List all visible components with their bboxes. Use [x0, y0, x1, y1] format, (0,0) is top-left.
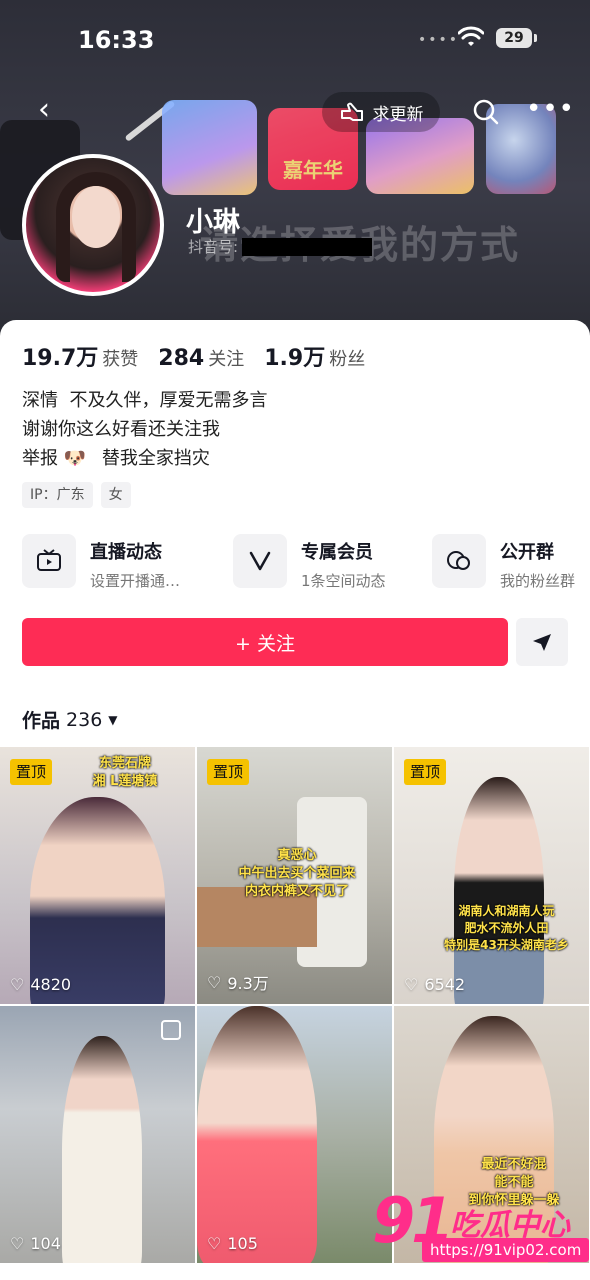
video-4-person	[62, 1036, 142, 1263]
watermark-logo: 91 吃瓜中心 https://91vip02.com	[372, 1184, 590, 1266]
stat-likes-label: 获赞	[102, 349, 139, 370]
feature-live[interactable]: 直播动态 设置开播通…	[22, 534, 180, 594]
video-3-likes: ♡ 6542	[404, 975, 465, 994]
pinned-badge: 置顶	[10, 759, 53, 785]
heart-icon: ♡	[10, 1234, 25, 1253]
douyin-id: 抖音号:	[188, 236, 373, 257]
video-4-likes-count: 104	[30, 1234, 61, 1253]
wifi-icon	[458, 26, 484, 46]
ip-tag: IP：广东	[22, 482, 93, 508]
feature-group-title: 公开群	[500, 542, 554, 563]
profile-page: 嘉年华 请选择爱我的方式 16:33 •••• 29 ‹ 求更新 ••• 小琳 …	[0, 0, 590, 1280]
bio-line-3-b: 替我全家挡灾	[101, 448, 210, 469]
caret-down-icon: ▼	[108, 712, 118, 727]
avatar[interactable]	[22, 154, 164, 296]
stats-row: 19.7万 获赞 284 关注 1.9万 粉丝	[22, 340, 365, 372]
stat-following[interactable]: 284 关注	[158, 345, 244, 371]
pinned-badge: 置顶	[207, 759, 250, 785]
stat-followers-label: 粉丝	[329, 349, 366, 370]
feature-member-title: 专属会员	[301, 542, 373, 563]
follow-button[interactable]: + 关注	[22, 618, 508, 666]
watermark-url: https://91vip02.com	[422, 1238, 590, 1262]
video-2-likes-count: 9.3万	[227, 974, 269, 993]
feature-group[interactable]: 公开群 我的粉丝群	[432, 534, 575, 594]
heart-icon: ♡	[207, 1234, 222, 1253]
search-icon[interactable]	[466, 92, 506, 132]
bio-line-3-a: 举报	[22, 448, 58, 469]
more-icon[interactable]: •••	[526, 92, 574, 132]
status-bar: 16:33 •••• 29	[0, 0, 590, 80]
share-button[interactable]	[516, 618, 568, 666]
stat-likes: 19.7万 获赞	[22, 340, 138, 372]
stat-likes-value: 19.7万	[22, 346, 99, 371]
stat-followers-value: 1.9万	[264, 346, 326, 371]
stat-following-value: 284	[158, 346, 205, 371]
douyin-id-redacted	[242, 237, 373, 256]
profile-card: 19.7万 获赞 284 关注 1.9万 粉丝 深情 不及久伴，厚爱无需多言 谢…	[0, 320, 590, 750]
video-1-likes-count: 4820	[30, 975, 72, 994]
username: 小琳	[186, 207, 240, 238]
video-5-person	[197, 1006, 317, 1263]
banner-castle	[162, 100, 257, 195]
video-1-caption: 东莞石牌 湘 L莲塘镇	[92, 756, 158, 789]
stat-followers[interactable]: 1.9万 粉丝	[264, 340, 365, 372]
video-3-person	[454, 777, 544, 1004]
bio-line-2: 谢谢你这么好看还关注我	[22, 419, 220, 440]
video-5-likes-count: 105	[227, 1234, 258, 1253]
back-icon[interactable]: ‹	[26, 92, 62, 128]
pinned-badge: 置顶	[404, 759, 447, 785]
video-1-likes: ♡ 4820	[10, 975, 71, 994]
video-5-likes: ♡ 105	[207, 1234, 258, 1253]
bio-line-1: 深情 不及久伴，厚爱无需多言	[22, 390, 268, 411]
video-item-1[interactable]: 东莞石牌 湘 L莲塘镇 置顶 ♡ 4820	[0, 747, 195, 1004]
heart-icon: ♡	[10, 975, 25, 994]
feature-member[interactable]: 专属会员 1条空间动态	[233, 534, 386, 594]
v-icon	[233, 534, 287, 588]
feature-group-text: 公开群 我的粉丝群	[500, 534, 575, 594]
heart-icon: ♡	[404, 975, 419, 994]
video-4-likes: ♡ 104	[10, 1234, 61, 1253]
heart-icon: ♡	[207, 972, 222, 992]
video-1-person	[30, 797, 165, 1004]
tags-row: IP：广东 女	[22, 482, 131, 508]
video-3-likes-count: 6542	[424, 975, 466, 994]
works-label: 作品	[22, 710, 61, 732]
douyin-id-label: 抖音号:	[188, 238, 239, 256]
video-item-5[interactable]: ♡ 105	[197, 1006, 392, 1263]
multi-image-icon	[161, 1020, 181, 1040]
feature-live-text: 直播动态 设置开播通…	[90, 534, 180, 594]
video-item-4[interactable]: ♡ 104	[0, 1006, 195, 1263]
stat-following-label: 关注	[208, 349, 245, 370]
works-count: 236	[66, 708, 103, 731]
seek-update-label: 求更新	[372, 104, 424, 125]
feature-member-sub: 1条空间动态	[301, 572, 386, 590]
video-item-2[interactable]: 真恶心 中午出去买个菜回来 内衣内裤又不见了 置顶 ♡ 9.3万	[197, 747, 392, 1004]
feature-live-sub: 设置开播通…	[90, 572, 181, 590]
chat-bubbles-icon	[432, 534, 486, 588]
video-item-3[interactable]: 湖南人和湖南人玩 肥水不流外人田 特别是43开头湖南老乡 置顶 ♡ 6542	[394, 747, 589, 1004]
banner-badge-text: 嘉年华	[283, 158, 343, 182]
bio-line-3: 举报 🐶 替我全家挡灾	[22, 444, 267, 473]
video-3-caption: 湖南人和湖南人玩 肥水不流外人田 特别是43开头湖南老乡	[444, 904, 569, 952]
bio: 深情 不及久伴，厚爱无需多言 谢谢你这么好看还关注我 举报 🐶 替我全家挡灾	[22, 386, 267, 473]
dog-emoji: 🐶	[63, 448, 87, 469]
signal-icon: ••••	[418, 32, 460, 48]
gender-tag: 女	[100, 482, 131, 508]
status-time: 16:33	[78, 26, 155, 54]
pointing-hand-icon	[340, 102, 363, 121]
features-row: 直播动态 设置开播通… 专属会员 1条空间动态 公开群 我的粉丝群	[22, 534, 590, 594]
feature-member-text: 专属会员 1条空间动态	[301, 534, 386, 594]
feature-group-sub: 我的粉丝群	[500, 572, 576, 590]
works-tab[interactable]: 作品 236 ▼	[22, 706, 118, 733]
send-icon	[533, 634, 551, 651]
seek-update-button[interactable]: 求更新	[322, 92, 440, 132]
video-2-caption: 真恶心 中午出去买个菜回来 内衣内裤又不见了	[238, 848, 356, 899]
avatar-face	[72, 186, 120, 248]
feature-live-title: 直播动态	[90, 542, 162, 563]
battery-icon: 29	[496, 28, 537, 48]
tv-icon	[22, 534, 76, 588]
video-2-likes: ♡ 9.3万	[207, 970, 269, 994]
